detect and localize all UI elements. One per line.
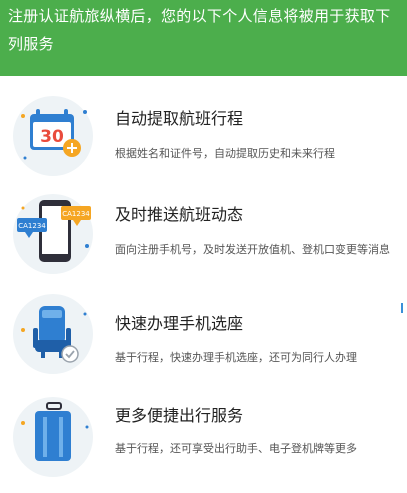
feature-title: 快速办理手机选座 <box>115 314 244 333</box>
luggage-icon <box>9 393 97 481</box>
feature-description: 基于行程，快速办理手机选座，还可为同行人办理 <box>115 351 357 364</box>
feature-more-services: 更多便捷出行服务 基于行程，还可享受出行助手、电子登机牌等更多 <box>0 393 407 493</box>
calendar-icon: 30 <box>9 92 97 180</box>
bubble-left-text: CA1234 <box>18 222 46 230</box>
phone-notification-icon: CA1234 CA1234 <box>9 190 97 278</box>
feature-title: 及时推送航班动态 <box>115 205 244 224</box>
calendar-number: 30 <box>40 127 64 147</box>
feature-title: 更多便捷出行服务 <box>115 406 244 425</box>
feature-description: 基于行程，还可享受出行助手、电子登机牌等更多 <box>115 442 357 455</box>
seat-icon <box>9 290 97 378</box>
feature-title: 自动提取航班行程 <box>115 109 244 128</box>
feature-description: 面向注册手机号，及时发送开放值机、登机口变更等消息 <box>115 243 390 256</box>
header-text: 注册认证航旅纵横后，您的以下个人信息将被用于获取下列服务 <box>8 7 391 53</box>
feature-auto-itinerary: 30 自动提取航班行程 根据姓名和证件号，自动提取历史和未来行程 <box>0 92 407 192</box>
scroll-indicator <box>401 303 407 313</box>
feature-description: 根据姓名和证件号，自动提取历史和未来行程 <box>115 147 335 160</box>
feature-seat-selection: 快速办理手机选座 基于行程，快速办理手机选座，还可为同行人办理 <box>0 290 407 390</box>
bubble-right-text: CA1234 <box>62 210 90 218</box>
consent-header: 注册认证航旅纵横后，您的以下个人信息将被用于获取下列服务 <box>0 0 407 76</box>
feature-flight-push: CA1234 CA1234 及时推送航班动态 面向注册手机号，及时发送开放值机、… <box>0 190 407 290</box>
